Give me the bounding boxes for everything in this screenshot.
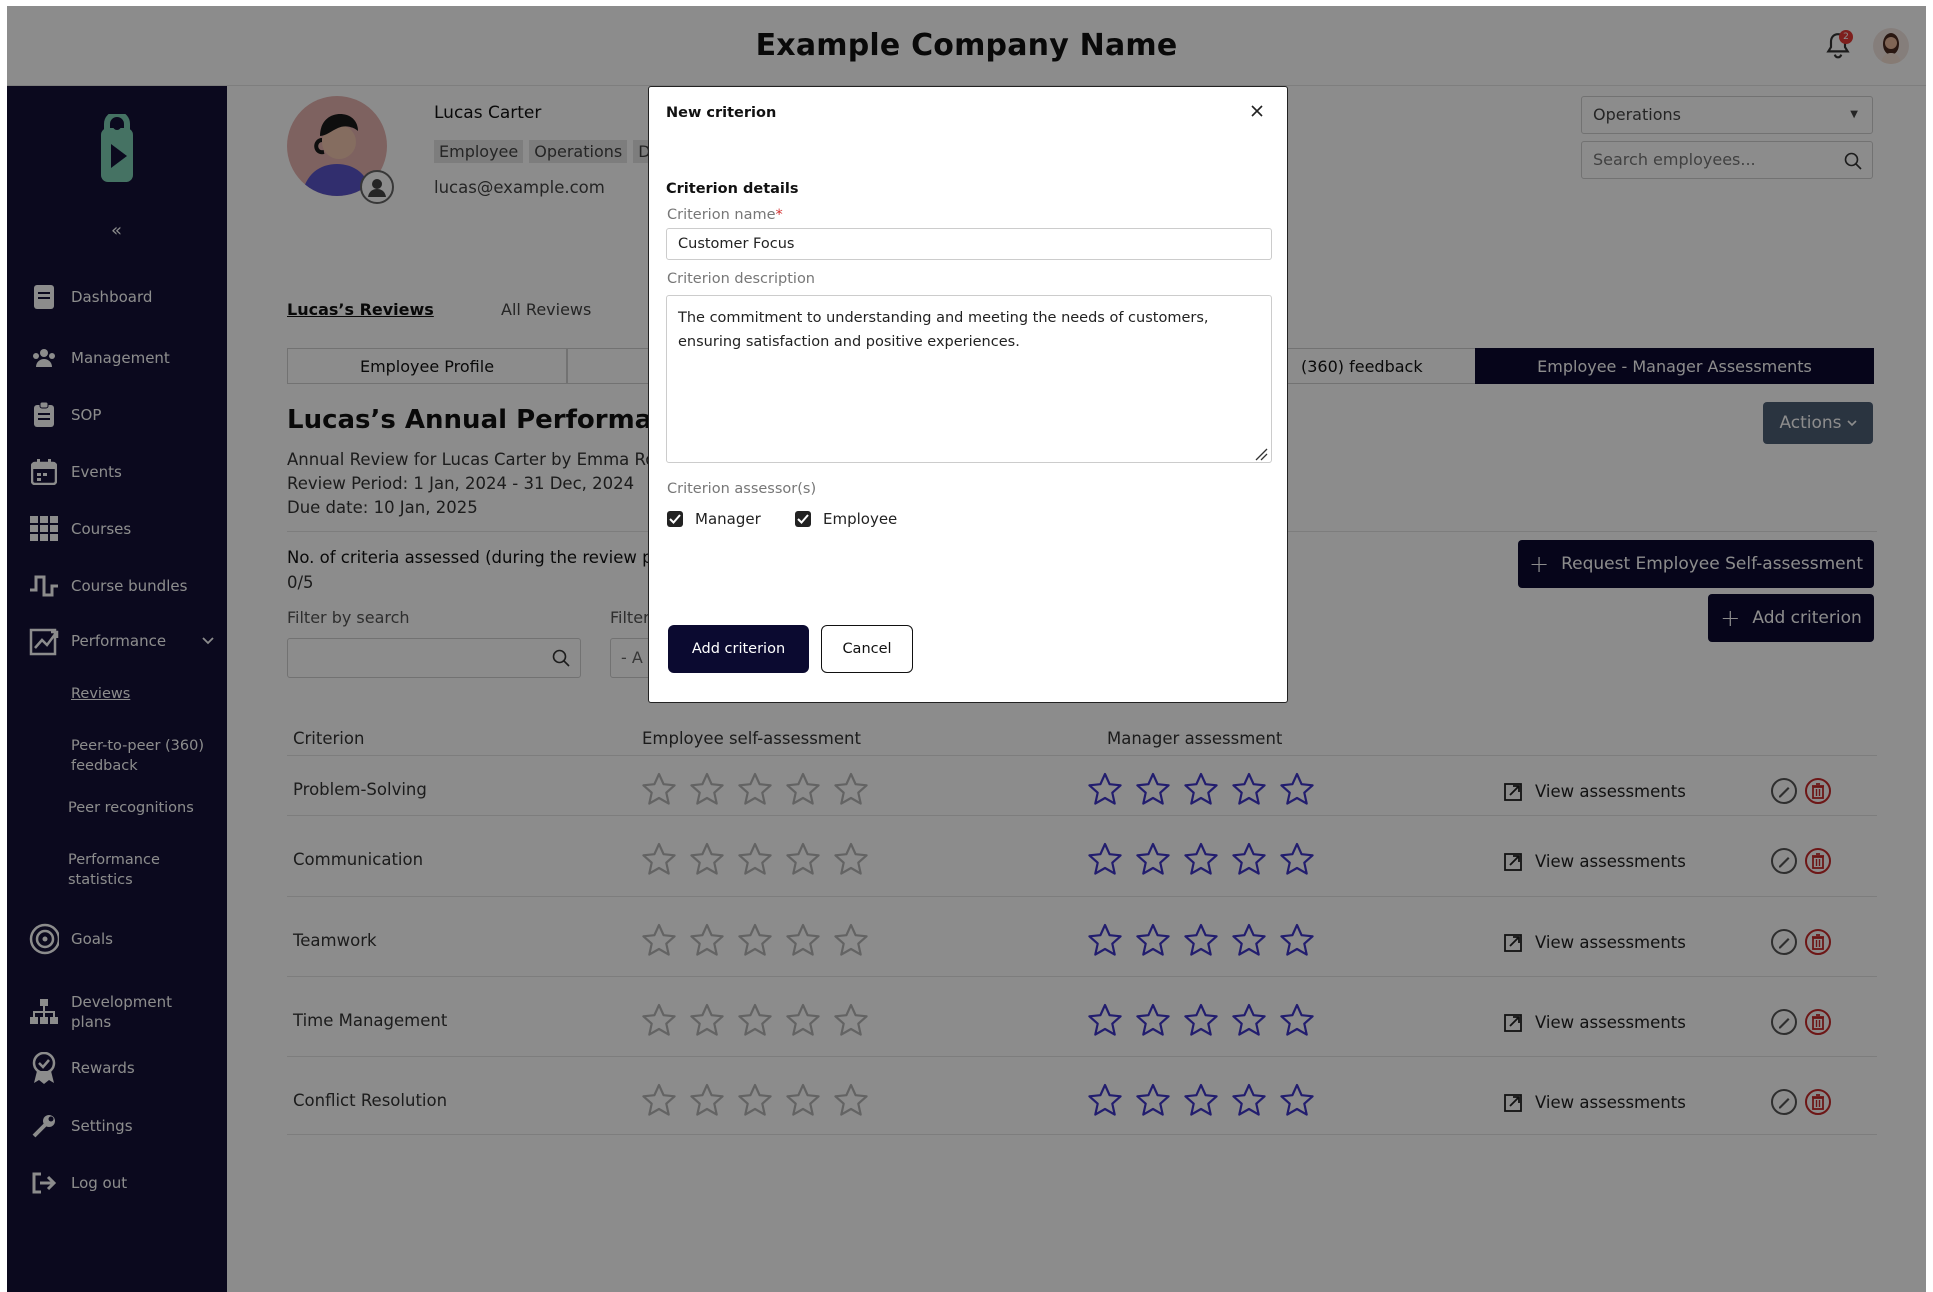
criterion-assessors-label: Criterion assessor(s) (667, 481, 817, 497)
new-criterion-modal: New criterion Criterion details Criterio… (648, 86, 1288, 703)
cancel-button[interactable]: Cancel (821, 625, 913, 673)
assessor-employee-checkbox[interactable]: Employee (795, 510, 897, 528)
checkbox-checked-icon (795, 511, 811, 527)
assessor-employee-label: Employee (823, 510, 898, 528)
criterion-name-label-text: Criterion name (667, 207, 776, 223)
criterion-details-heading: Criterion details (666, 181, 799, 197)
required-marker: * (775, 207, 783, 223)
checkbox-checked-icon (667, 511, 683, 527)
modal-title: New criterion (666, 105, 777, 121)
resize-handle-icon[interactable] (1254, 447, 1268, 461)
assessor-manager-checkbox[interactable]: Manager (667, 510, 761, 528)
add-criterion-submit-button[interactable]: Add criterion (668, 625, 809, 673)
close-icon[interactable] (1249, 103, 1265, 119)
app-frame: Example Company Name 2 « Dashboard Manag… (7, 6, 1926, 1292)
criterion-name-input[interactable]: Customer Focus (666, 228, 1272, 260)
criterion-name-label: Criterion name* (667, 207, 783, 223)
criterion-description-label: Criterion description (667, 271, 816, 287)
criterion-description-textarea[interactable]: The commitment to understanding and meet… (666, 295, 1272, 463)
assessor-manager-label: Manager (695, 510, 761, 528)
